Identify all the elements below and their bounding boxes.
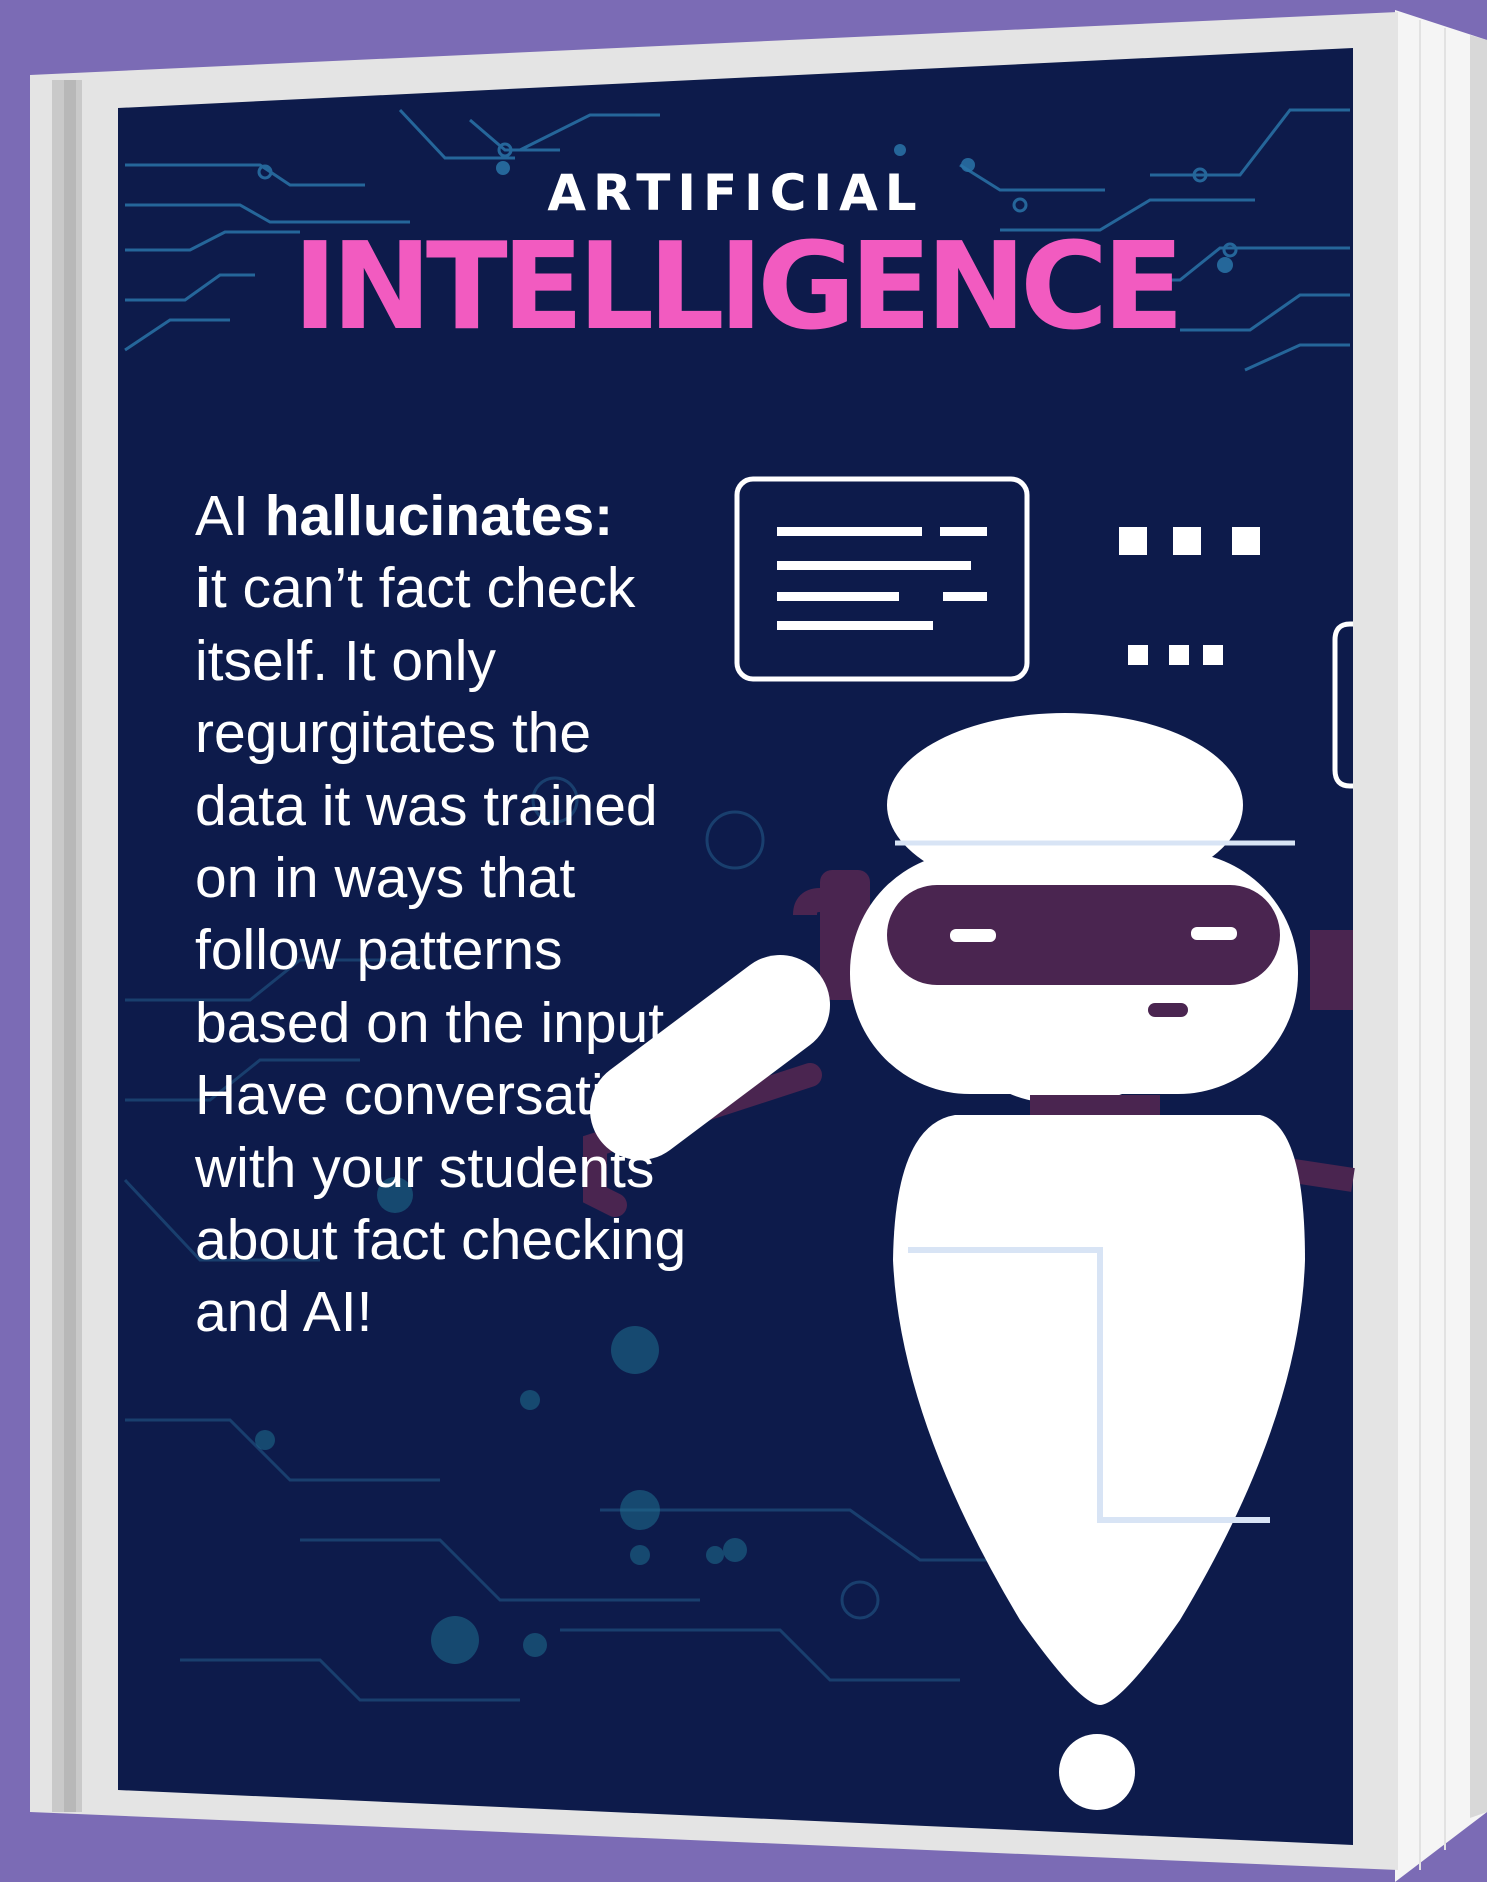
body-text: AI hallucinates: it can’t fact check itse… <box>195 480 715 1349</box>
body-main-text: t can’t fact check itself. It only regur… <box>195 556 696 1345</box>
document-icon <box>734 476 1030 682</box>
body-lead-bold: hallucinates: <box>264 484 614 548</box>
body-lead-plain: AI <box>195 484 265 548</box>
body-bold-initial: i <box>195 556 211 621</box>
title-intelligence: INTELLIGENCE <box>292 218 1184 357</box>
title-artificial: ARTIFICIAL <box>547 164 924 222</box>
